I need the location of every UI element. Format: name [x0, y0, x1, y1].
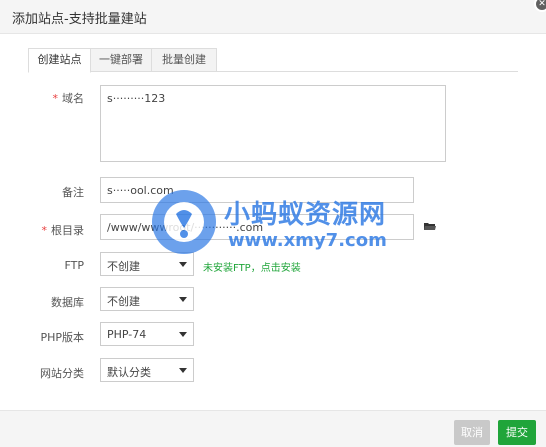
- tab-batch-create[interactable]: 批量创建: [151, 48, 217, 72]
- ftp-label: FTP: [64, 259, 85, 272]
- database-select-value: 不创建: [107, 295, 140, 308]
- watermark-name: 小蚂蚁资源网: [224, 200, 387, 230]
- category-label: 网站分类: [40, 367, 84, 380]
- chevron-down-icon: [179, 297, 187, 302]
- domain-label: * 域名: [52, 92, 85, 105]
- chevron-down-icon: [179, 368, 187, 373]
- database-select[interactable]: 不创建: [100, 287, 194, 311]
- remark-label: 备注: [62, 186, 84, 199]
- tab-one-click-deploy[interactable]: 一键部署: [90, 48, 152, 72]
- root-dir-label: * 根目录: [41, 224, 85, 237]
- ftp-select-value: 不创建: [107, 260, 140, 273]
- watermark-url: www.xmy7.com: [228, 230, 387, 251]
- chevron-down-icon: [179, 332, 187, 337]
- tab-create-site[interactable]: 创建站点: [28, 48, 91, 73]
- submit-button[interactable]: 提交: [498, 420, 536, 445]
- php-version-value: PHP-74: [107, 328, 147, 341]
- dialog-titlebar: 添加站点-支持批量建站: [0, 0, 546, 34]
- php-version-select[interactable]: PHP-74: [100, 322, 194, 346]
- domain-textarea[interactable]: s·········123: [100, 85, 446, 162]
- cancel-button[interactable]: 取消: [454, 420, 490, 445]
- ant-logo-icon: [152, 190, 216, 254]
- folder-icon[interactable]: [424, 222, 436, 231]
- dialog-footer: 取消 提交: [0, 410, 546, 447]
- tab-bar: 创建站点 一键部署 批量创建: [28, 48, 518, 73]
- category-value: 默认分类: [107, 366, 151, 379]
- watermark: 小蚂蚁资源网 www.xmy7.com: [148, 184, 408, 264]
- category-select[interactable]: 默认分类: [100, 358, 194, 382]
- php-version-label: PHP版本: [40, 331, 84, 344]
- database-label: 数据库: [51, 296, 84, 309]
- dialog-title: 添加站点-支持批量建站: [12, 12, 147, 27]
